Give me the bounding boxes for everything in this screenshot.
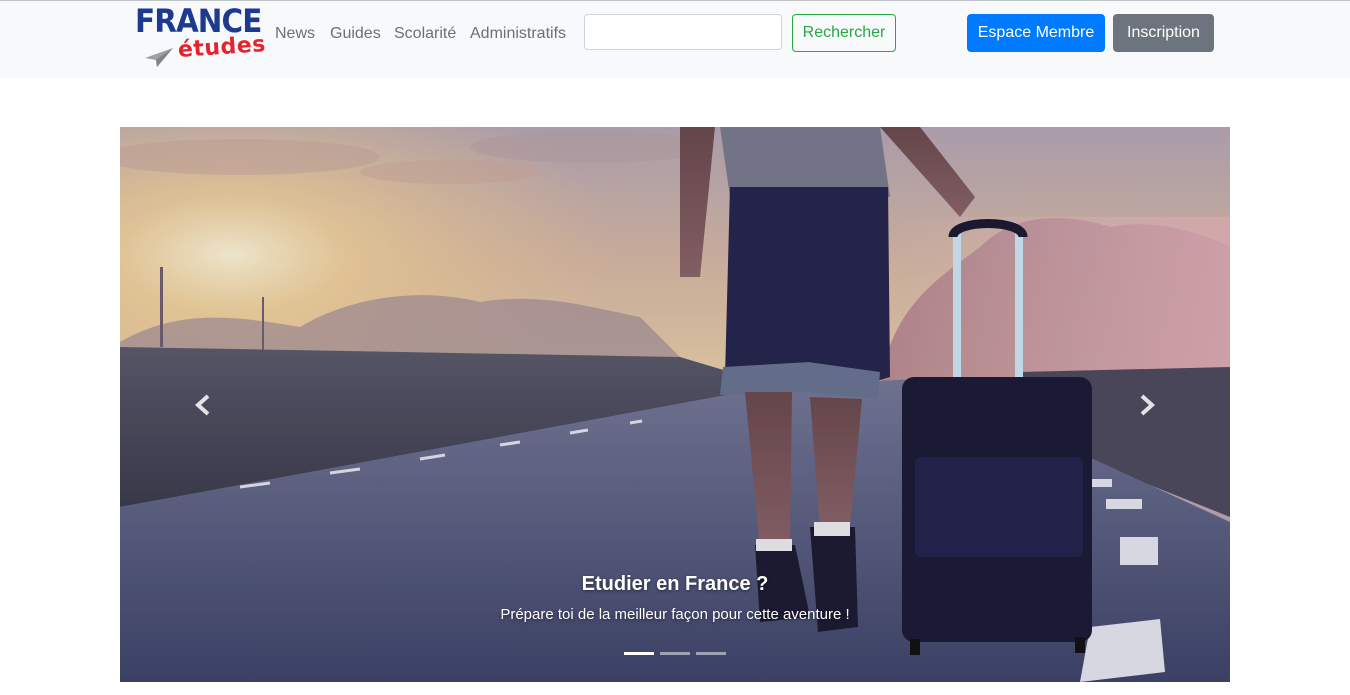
hero-carousel[interactable]: Etudier en France ? Prépare toi de la me… <box>120 127 1230 682</box>
member-area-button[interactable]: Espace Membre <box>967 14 1105 52</box>
signup-button[interactable]: Inscription <box>1113 14 1214 52</box>
search-input[interactable] <box>584 14 782 50</box>
top-navbar: FRANCE études News Guides Scolarité Admi… <box>0 1 1350 78</box>
hero-image <box>120 127 1230 682</box>
chevron-left-icon <box>195 394 210 416</box>
nav-link-news[interactable]: News <box>275 24 315 44</box>
search-button[interactable]: Rechercher <box>792 14 896 52</box>
carousel-caption-text: Prépare toi de la meilleur façon pour ce… <box>500 606 850 623</box>
carousel-indicator-2[interactable] <box>660 652 690 655</box>
paper-plane-icon <box>145 48 173 67</box>
nav-link-scolarite[interactable]: Scolarité <box>394 24 456 44</box>
carousel-indicator-1[interactable] <box>624 652 654 655</box>
carousel-prev-button[interactable] <box>184 390 224 420</box>
nav-link-guides[interactable]: Guides <box>330 24 381 44</box>
chevron-right-icon <box>1140 394 1155 416</box>
logo-text-etudes: études <box>177 31 267 64</box>
nav-link-administratifs[interactable]: Administratifs <box>470 24 566 44</box>
brand-logo[interactable]: FRANCE études <box>132 3 267 71</box>
carousel-caption-title: Etudier en France ? <box>581 573 769 595</box>
carousel-indicator-3[interactable] <box>696 652 726 655</box>
carousel-next-button[interactable] <box>1126 390 1166 420</box>
